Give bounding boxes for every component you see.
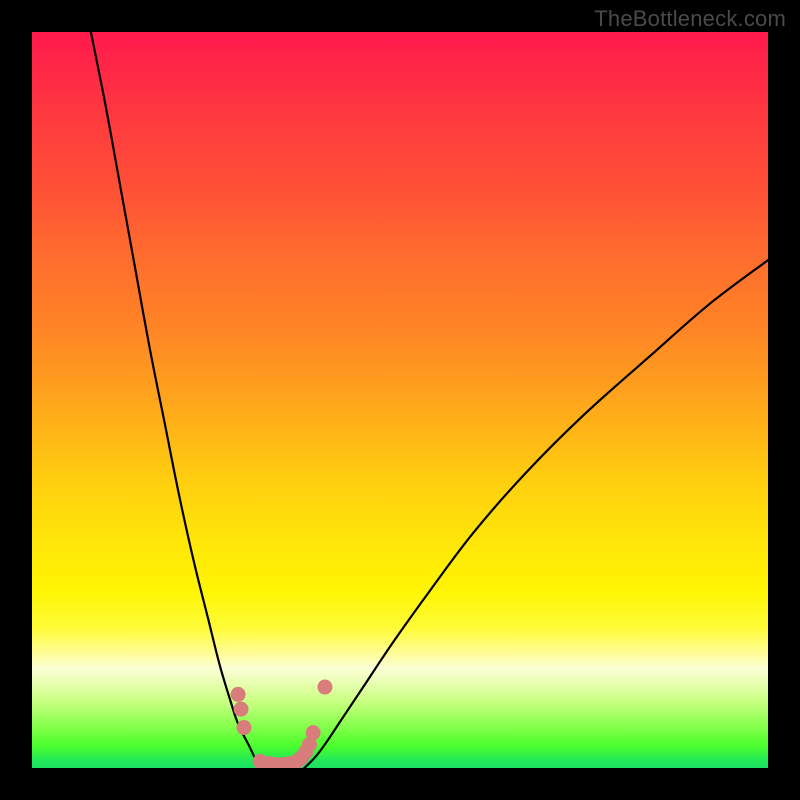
marker-dot bbox=[234, 702, 249, 717]
marker-dot bbox=[231, 687, 246, 702]
marker-dot bbox=[236, 720, 251, 735]
marker-dot bbox=[317, 680, 332, 695]
watermark-text: TheBottleneck.com bbox=[594, 6, 786, 32]
bottleneck-curve-right bbox=[304, 260, 768, 768]
chart-frame: TheBottleneck.com bbox=[0, 0, 800, 800]
marker-dot bbox=[306, 725, 321, 740]
plot-area bbox=[32, 32, 768, 768]
bottleneck-curve-left bbox=[91, 32, 264, 768]
chart-svg bbox=[32, 32, 768, 768]
